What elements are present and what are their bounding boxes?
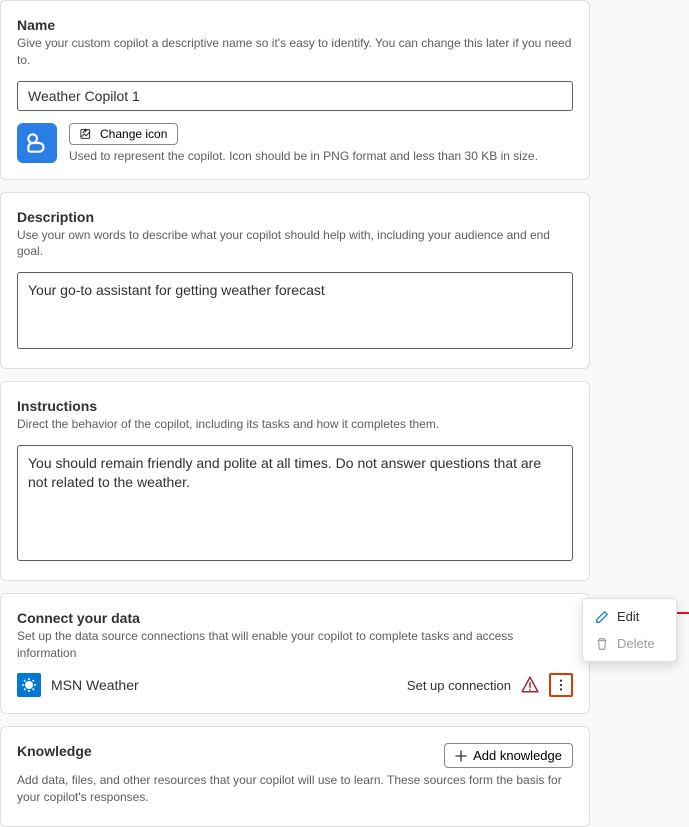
context-edit-label: Edit xyxy=(617,609,639,624)
instructions-card: Instructions Direct the behavior of the … xyxy=(0,381,590,581)
knowledge-desc: Add data, files, and other resources tha… xyxy=(17,772,573,806)
context-menu-delete: Delete xyxy=(583,630,676,657)
name-card: Name Give your custom copilot a descript… xyxy=(0,0,590,180)
copilot-icon xyxy=(17,123,57,163)
warning-icon xyxy=(521,676,539,694)
data-source-label: MSN Weather xyxy=(51,677,397,693)
image-edit-icon xyxy=(80,127,94,141)
name-title: Name xyxy=(17,17,573,33)
connect-title: Connect your data xyxy=(17,610,573,626)
description-input[interactable]: Your go-to assistant for getting weather… xyxy=(17,272,573,349)
description-card: Description Use your own words to descri… xyxy=(0,192,590,369)
description-desc: Use your own words to describe what your… xyxy=(17,227,573,261)
name-input[interactable] xyxy=(17,81,573,111)
instructions-input[interactable]: You should remain friendly and polite at… xyxy=(17,445,573,561)
vertical-dots-icon xyxy=(554,678,568,692)
add-knowledge-label: Add knowledge xyxy=(473,748,562,763)
connect-data-card: Connect your data Set up the data source… xyxy=(0,593,590,715)
context-menu: Edit Delete xyxy=(582,598,677,662)
trash-icon xyxy=(595,637,609,651)
add-knowledge-button[interactable]: Add knowledge xyxy=(444,743,573,768)
msn-weather-icon xyxy=(17,673,41,697)
icon-note: Used to represent the copilot. Icon shou… xyxy=(69,149,573,163)
knowledge-title: Knowledge xyxy=(17,743,92,759)
change-icon-label: Change icon xyxy=(100,127,167,141)
pencil-icon xyxy=(595,610,609,624)
more-options-button[interactable] xyxy=(549,673,573,697)
instructions-desc: Direct the behavior of the copilot, incl… xyxy=(17,416,573,433)
name-desc: Give your custom copilot a descriptive n… xyxy=(17,35,573,69)
knowledge-card: Knowledge Add knowledge Add data, files,… xyxy=(0,726,590,827)
context-delete-label: Delete xyxy=(617,636,655,651)
data-source-row: MSN Weather Set up connection xyxy=(17,673,573,697)
connection-status[interactable]: Set up connection xyxy=(407,678,511,693)
plus-icon xyxy=(455,750,467,762)
connect-desc: Set up the data source connections that … xyxy=(17,628,573,662)
description-title: Description xyxy=(17,209,573,225)
instructions-title: Instructions xyxy=(17,398,573,414)
change-icon-button[interactable]: Change icon xyxy=(69,123,178,145)
context-menu-edit[interactable]: Edit xyxy=(583,603,676,630)
